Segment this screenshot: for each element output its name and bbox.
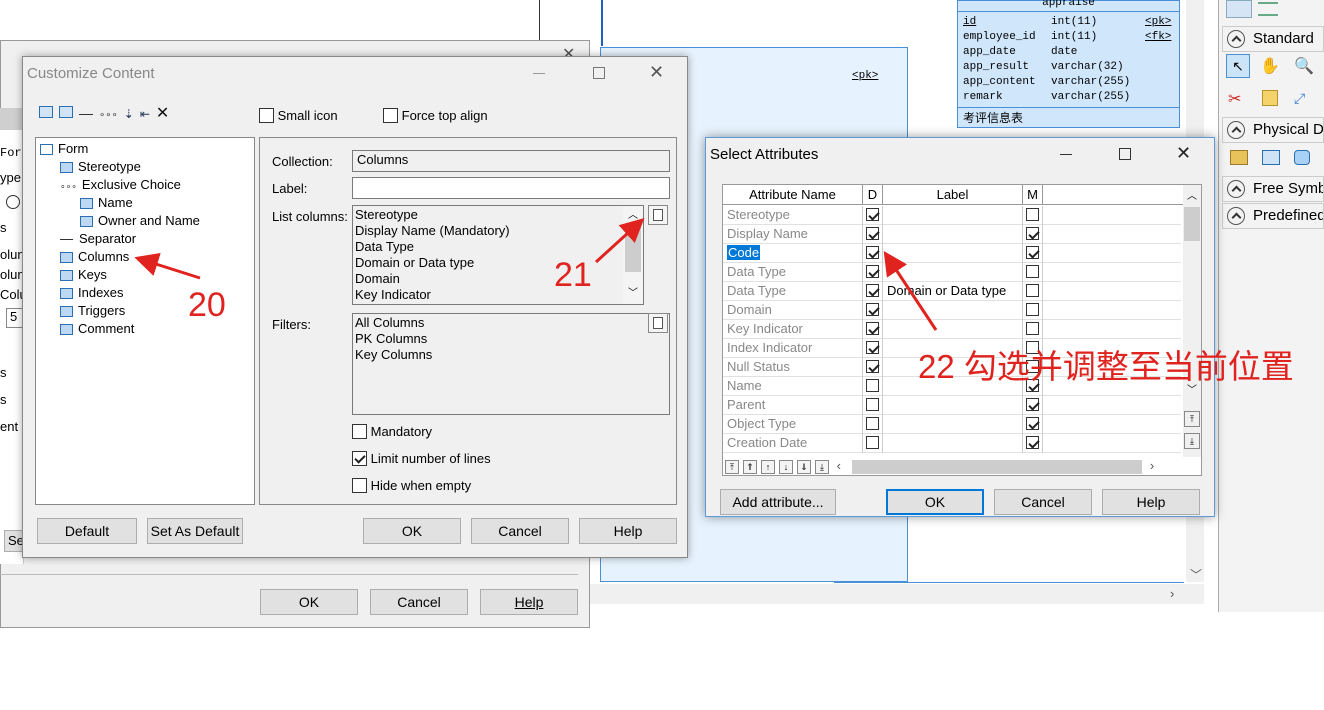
arrow-20 — [134, 252, 201, 280]
annotation-22: 22 勾选并调整至当前位置 — [918, 348, 1294, 385]
annotation-20: 20 — [188, 286, 226, 324]
arrow-21 — [594, 217, 645, 264]
arrow-22 — [883, 250, 938, 331]
annotation-21: 21 — [554, 256, 592, 294]
